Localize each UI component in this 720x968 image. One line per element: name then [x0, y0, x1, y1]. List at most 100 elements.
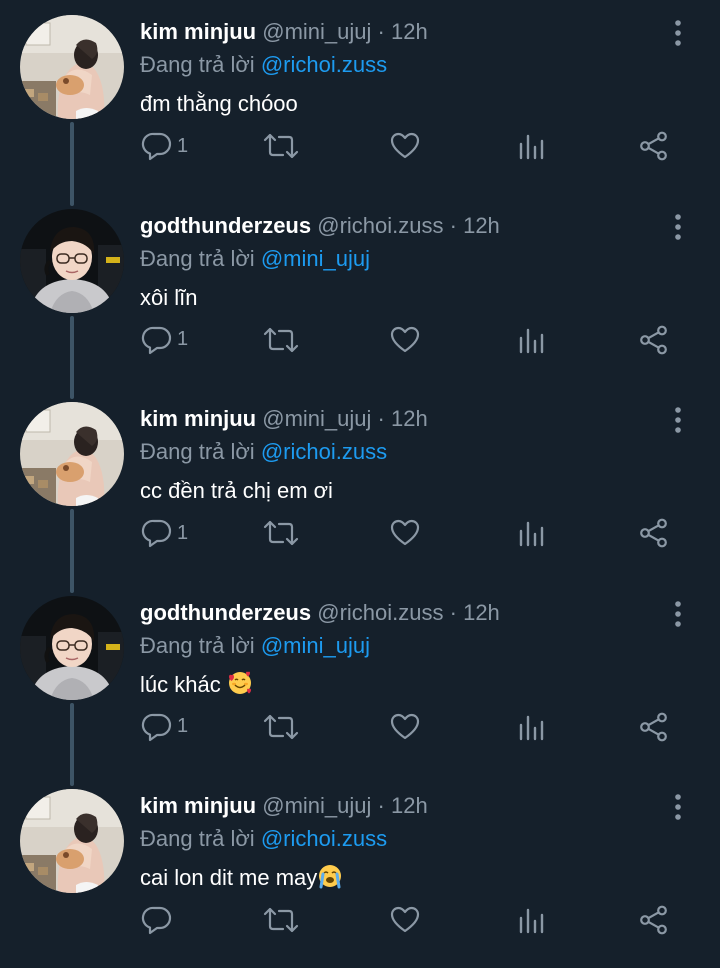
- retweet-button[interactable]: [261, 126, 301, 166]
- like-button[interactable]: [389, 900, 421, 940]
- tweet-actions: [0, 900, 720, 940]
- share-button[interactable]: [638, 707, 670, 747]
- reply-button[interactable]: 1: [141, 707, 188, 747]
- share-button[interactable]: [638, 320, 670, 360]
- display-name[interactable]: godthunderzeus: [140, 600, 311, 625]
- views-button[interactable]: [517, 513, 545, 553]
- tweet[interactable]: kim minjuu @mini_ujuj · 12h Đang trả lời…: [0, 387, 720, 581]
- avatar[interactable]: [20, 208, 124, 313]
- tweet-text: đm thằng chóoo: [140, 88, 298, 120]
- share-button[interactable]: [638, 126, 670, 166]
- reply-mention[interactable]: @mini_ujuj: [261, 633, 370, 658]
- like-icon: [390, 713, 420, 739]
- retweet-icon: [263, 133, 299, 159]
- reply-icon: [141, 907, 172, 935]
- user-handle[interactable]: @richoi.zuss: [317, 213, 443, 238]
- tweet-text: cai lon dit me may: [140, 862, 343, 894]
- retweet-button[interactable]: [261, 707, 301, 747]
- reply-mention[interactable]: @mini_ujuj: [261, 246, 370, 271]
- reply-button[interactable]: 1: [141, 126, 188, 166]
- display-name[interactable]: kim minjuu: [140, 793, 256, 818]
- more-button[interactable]: [664, 791, 692, 825]
- timestamp[interactable]: 12h: [391, 793, 428, 818]
- retweet-icon: [263, 908, 299, 933]
- reply-prefix: Đang trả lời: [140, 439, 255, 465]
- reply-prefix: Đang trả lời: [140, 826, 255, 852]
- retweet-button[interactable]: [261, 513, 301, 553]
- tweet-text-content: xôi lĩn: [140, 284, 198, 310]
- tweet-actions: 1: [0, 126, 720, 166]
- share-icon: [640, 325, 667, 354]
- separator: ·: [449, 212, 457, 238]
- reply-mention[interactable]: @richoi.zuss: [261, 826, 387, 851]
- share-button[interactable]: [638, 513, 670, 553]
- retweet-icon: [263, 521, 299, 546]
- tweet[interactable]: kim minjuu @mini_ujuj · 12h Đang trả lời…: [0, 774, 720, 968]
- more-button[interactable]: [664, 598, 692, 632]
- views-button[interactable]: [517, 900, 545, 940]
- more-button[interactable]: [664, 404, 692, 438]
- tweet-header: godthunderzeus @richoi.zuss · 12h: [140, 210, 500, 242]
- like-button[interactable]: [389, 707, 421, 747]
- tweet-header: kim minjuu @mini_ujuj · 12h: [140, 403, 428, 435]
- reply-mention[interactable]: @richoi.zuss: [261, 439, 387, 464]
- tweet-actions: 1: [0, 513, 720, 553]
- reply-button[interactable]: 1: [141, 513, 188, 553]
- smiling-face-with-hearts-emoji: [228, 671, 251, 694]
- views-button[interactable]: [517, 126, 545, 166]
- more-button[interactable]: [664, 211, 692, 245]
- reply-icon: [141, 326, 172, 354]
- more-vertical-icon: [675, 407, 681, 433]
- tweet-actions: 1: [0, 707, 720, 747]
- tweet-text-content: cc đền trả chị em ơi: [140, 478, 333, 504]
- separator: ·: [449, 599, 457, 625]
- avatar[interactable]: [20, 402, 124, 507]
- tweet-text: xôi lĩn: [140, 282, 197, 314]
- tweet[interactable]: godthunderzeus @richoi.zuss · 12h Đang t…: [0, 581, 720, 775]
- tweet-text-content: đm thằng chóoo: [140, 91, 298, 116]
- reply-count: 1: [177, 328, 189, 351]
- reply-count: 1: [177, 134, 189, 157]
- timestamp[interactable]: 12h: [391, 406, 428, 431]
- reply-icon: [141, 713, 172, 741]
- retweet-button[interactable]: [261, 320, 301, 360]
- avatar[interactable]: [20, 15, 124, 119]
- user-handle[interactable]: @mini_ujuj: [262, 406, 371, 431]
- timestamp[interactable]: 12h: [463, 600, 500, 625]
- tweet-text: cc đền trả chị em ơi: [140, 475, 333, 507]
- more-button[interactable]: [664, 17, 692, 51]
- reply-count: 1: [177, 715, 189, 738]
- share-button[interactable]: [638, 900, 670, 940]
- reply-prefix: Đang trả lời: [140, 245, 255, 271]
- timestamp[interactable]: 12h: [391, 19, 428, 44]
- more-vertical-icon: [675, 794, 681, 821]
- views-button[interactable]: [517, 320, 545, 360]
- reply-context: Đang trả lời @richoi.zuss: [140, 823, 387, 855]
- like-button[interactable]: [389, 126, 421, 166]
- tweet[interactable]: kim minjuu @mini_ujuj · 12h Đang trả lời…: [0, 0, 720, 194]
- reply-context: Đang trả lời @mini_ujuj: [140, 243, 370, 275]
- tweet[interactable]: godthunderzeus @richoi.zuss · 12h Đang t…: [0, 194, 720, 388]
- user-handle[interactable]: @richoi.zuss: [317, 600, 443, 625]
- display-name[interactable]: godthunderzeus: [140, 213, 311, 238]
- like-button[interactable]: [389, 513, 421, 553]
- views-button[interactable]: [517, 707, 545, 747]
- reply-mention[interactable]: @richoi.zuss: [261, 52, 387, 77]
- thread: kim minjuu @mini_ujuj · 12h Đang trả lời…: [0, 0, 720, 961]
- user-handle[interactable]: @mini_ujuj: [262, 793, 371, 818]
- retweet-button[interactable]: [261, 900, 301, 940]
- like-icon: [390, 132, 420, 159]
- timestamp[interactable]: 12h: [463, 213, 500, 238]
- views-icon: [519, 521, 544, 547]
- avatar[interactable]: [20, 595, 124, 700]
- user-handle[interactable]: @mini_ujuj: [262, 19, 371, 44]
- display-name[interactable]: kim minjuu: [140, 406, 256, 431]
- reply-button[interactable]: 1: [141, 320, 188, 360]
- reply-button[interactable]: [141, 900, 177, 940]
- reply-icon: [141, 520, 172, 548]
- like-button[interactable]: [389, 320, 421, 360]
- reply-prefix: Đang trả lời: [140, 632, 255, 658]
- display-name[interactable]: kim minjuu: [140, 19, 256, 44]
- avatar[interactable]: [20, 789, 124, 894]
- share-icon: [640, 712, 667, 742]
